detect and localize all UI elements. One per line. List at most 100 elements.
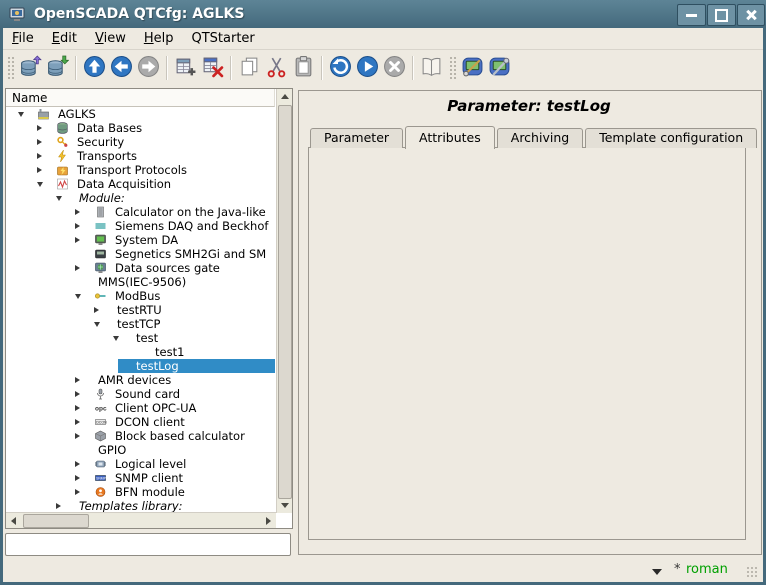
tree-item-test[interactable]: test [6,331,275,345]
copy-item-button[interactable] [236,54,263,82]
up-level-button[interactable] [81,54,108,82]
app-icon [8,5,26,23]
tree-item-mms-iec-9506[interactable]: MMS(IEC-9506) [6,275,275,289]
horizontal-scroll-thumb[interactable] [23,514,89,528]
expand-arrow-icon[interactable] [75,377,80,383]
tree-item-block-based-calculator[interactable]: Block based calculator [6,429,275,443]
minimize-button[interactable] [677,4,706,26]
tree-item-amr-devices[interactable]: AMR devices [6,373,275,387]
tab-parameter[interactable]: Parameter [310,128,403,148]
expand-arrow-icon[interactable] [37,125,42,131]
expand-arrow-icon[interactable] [37,139,42,145]
maximize-button[interactable] [707,4,736,26]
tree-item-bfn-module[interactable]: BFN module [6,485,275,499]
expand-arrow-icon[interactable] [94,307,99,313]
paste-item-button[interactable] [290,54,317,82]
expand-arrow-icon[interactable] [56,503,61,509]
resize-grip[interactable] [746,566,759,579]
collapse-arrow-icon[interactable] [37,182,43,187]
tree-item-segnetics-smh2gi-and-sm[interactable]: Segnetics SMH2Gi and SM [6,247,275,261]
scroll-left-arrow-icon[interactable] [6,513,21,528]
stop-updating-button[interactable] [381,54,408,82]
window-titlebar[interactable]: OpenSCADA QTCfg: AGLKS [0,0,766,28]
expand-arrow-icon[interactable] [75,209,80,215]
expand-arrow-icon[interactable] [75,223,80,229]
toolbar-handle[interactable] [449,56,457,80]
tree-vertical-scrollbar[interactable] [276,89,292,513]
tree-item-data-bases[interactable]: Data Bases [6,121,275,135]
toolbar-handle[interactable] [7,56,15,80]
back-button[interactable] [108,54,135,82]
collapse-arrow-icon[interactable] [75,294,81,299]
expand-arrow-icon[interactable] [37,153,42,159]
tree-item-templates-library[interactable]: Templates library: [6,499,275,513]
expand-arrow-icon[interactable] [75,489,80,495]
tree-item-testlog[interactable]: testLog [6,359,275,373]
refresh-button[interactable] [327,54,354,82]
menu-file[interactable]: File [3,29,43,48]
tree-item-testtcp[interactable]: testTCP [6,317,275,331]
tree-item-security[interactable]: Security [6,135,275,149]
tab-template-configuration[interactable]: Template configuration [585,128,757,148]
scroll-up-arrow-icon[interactable] [277,89,292,104]
expand-arrow-icon[interactable] [75,433,80,439]
tree-item-transports[interactable]: Transports [6,149,275,163]
tree-item-testrtu[interactable]: testRTU [6,303,275,317]
tree-item-client-opc-ua[interactable]: opcClient OPC-UA [6,401,275,415]
collapse-arrow-icon[interactable] [94,322,100,327]
toolbar-separator [230,56,232,80]
tree-item-modbus[interactable]: ModBus [6,289,275,303]
expand-arrow-icon[interactable] [75,475,80,481]
tree-horizontal-scrollbar[interactable] [6,512,276,528]
manual-button[interactable] [418,54,445,82]
menu-view[interactable]: View [86,29,135,48]
maximize-icon [715,9,728,22]
expand-arrow-icon[interactable] [75,237,80,243]
tree-item-data-acquisition[interactable]: Data Acquisition [6,177,275,191]
tree-item-calculator-on-the-java-like[interactable]: Calculator on the Java-like [6,205,275,219]
tree-item-snmp-client[interactable]: SNMPSNMP client [6,471,275,485]
tree-search-input[interactable] [5,533,291,556]
tree-rows: AGLKSData BasesSecurityTransportsTranspo… [6,107,275,513]
menu-edit[interactable]: Edit [43,29,86,48]
collapse-arrow-icon[interactable] [56,196,62,201]
expand-arrow-icon[interactable] [75,391,80,397]
tree-item-data-sources-gate[interactable]: Data sources gate [6,261,275,275]
save-to-db-button[interactable] [44,54,71,82]
tree-item-system-da[interactable]: System DA [6,233,275,247]
close-button[interactable] [737,4,765,26]
tree-item-module[interactable]: Module: [6,191,275,205]
tree-item-sound-card[interactable]: Sound card [6,387,275,401]
tree-item-aglks[interactable]: AGLKS [6,107,275,121]
tab-attributes[interactable]: Attributes [405,126,495,149]
add-item-button[interactable] [172,54,199,82]
forward-button[interactable] [135,54,162,82]
expand-arrow-icon[interactable] [75,461,80,467]
tree-header-name[interactable]: Name [6,89,275,107]
delete-item-button[interactable] [199,54,226,82]
expand-arrow-icon[interactable] [75,419,80,425]
status-dropdown-icon[interactable] [652,569,662,575]
vertical-scroll-thumb[interactable] [278,105,292,499]
start-updating-button[interactable] [354,54,381,82]
load-from-db-button[interactable] [17,54,44,82]
qtstarter-vision-button[interactable] [486,54,513,82]
tree-item-transport-protocols[interactable]: Transport Protocols [6,163,275,177]
tree-item-test1[interactable]: test1 [6,345,275,359]
scroll-down-arrow-icon[interactable] [277,498,292,513]
tree-item-dcon-client[interactable]: DCONDCON client [6,415,275,429]
expand-arrow-icon[interactable] [75,265,80,271]
qtstarter-configurator-button[interactable] [459,54,486,82]
tree-item-siemens-daq-and-beckhof[interactable]: Siemens DAQ and Beckhof [6,219,275,233]
menu-qtstarter[interactable]: QTStarter [182,29,263,48]
tree-item-logical-level[interactable]: Logical level [6,457,275,471]
collapse-arrow-icon[interactable] [113,336,119,341]
tree-item-gpio[interactable]: GPIO [6,443,275,457]
collapse-arrow-icon[interactable] [18,112,24,117]
scroll-right-arrow-icon[interactable] [261,513,276,528]
menu-help[interactable]: Help [135,29,183,48]
expand-arrow-icon[interactable] [37,167,42,173]
tab-archiving[interactable]: Archiving [497,128,583,148]
expand-arrow-icon[interactable] [75,405,80,411]
cut-item-button[interactable] [263,54,290,82]
